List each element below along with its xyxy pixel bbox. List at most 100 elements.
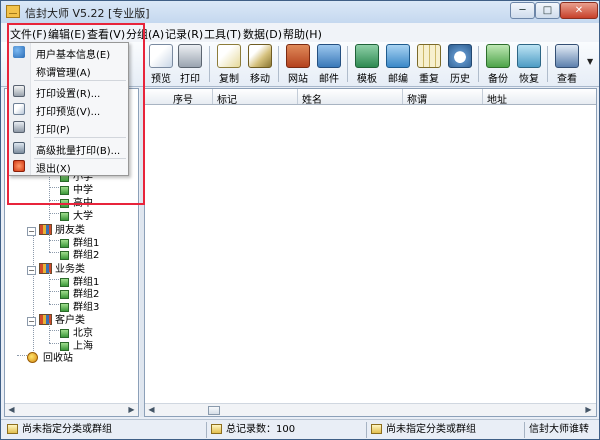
column-divider[interactable] (402, 89, 403, 104)
tree-item-business-group3[interactable]: 群组3 (60, 298, 99, 313)
menu-item-label: 用户基本信息(E) (36, 50, 111, 61)
tree-category-friends[interactable]: − 朋友类 (27, 221, 85, 236)
toolbar-overflow-chevron-icon[interactable]: ▼ (587, 57, 593, 66)
copy-label: 复制 (219, 74, 239, 85)
scroll-right-icon[interactable]: ▶ (582, 404, 595, 417)
website-button[interactable]: 网站 (281, 43, 315, 85)
toolbar-separator (547, 46, 548, 82)
duplicate-label: 重复 (419, 74, 439, 85)
list-header: 序号 标记 姓名 称谓 地址 (145, 89, 596, 106)
duplicate-button[interactable]: 重复 (412, 43, 446, 85)
menu-view[interactable]: 查看(V) (87, 26, 125, 42)
move-button[interactable]: 移动 (243, 43, 277, 85)
mail-button[interactable]: 邮件 (312, 43, 346, 85)
column-divider[interactable] (297, 89, 298, 104)
column-header-name[interactable]: 姓名 (302, 91, 322, 106)
tree-item-recycle-bin[interactable]: 回收站 (27, 349, 73, 364)
tree-item-high-school[interactable]: 高中 (60, 194, 93, 209)
column-divider[interactable] (482, 89, 483, 104)
column-divider[interactable] (212, 89, 213, 104)
print-label: 打印 (180, 74, 200, 85)
batch-print-icon (13, 142, 25, 154)
tree-line (49, 291, 59, 292)
tree-line (49, 330, 59, 331)
scroll-left-icon[interactable]: ◀ (5, 404, 18, 416)
menu-separator (34, 137, 126, 138)
print-preview-icon (13, 103, 25, 115)
collapse-icon[interactable]: − (27, 317, 36, 326)
tree-line (49, 234, 50, 252)
history-button[interactable]: 历史 (443, 43, 477, 85)
menu-item-salutation-manage[interactable]: 称谓管理(A) (9, 61, 128, 79)
menu-record[interactable]: 记录(R) (165, 26, 203, 42)
column-header-address[interactable]: 地址 (487, 91, 507, 106)
tree-item-business-group2[interactable]: 群组2 (60, 285, 99, 300)
close-button[interactable]: ✕ (560, 2, 598, 19)
menu-item-label: 退出(X) (36, 164, 71, 175)
template-icon (355, 44, 379, 68)
column-header-title[interactable]: 称谓 (407, 91, 427, 106)
tree-horizontal-scrollbar[interactable]: ◀ ▶ (5, 403, 138, 416)
menu-separator (34, 80, 126, 81)
print-button[interactable]: 打印 (173, 43, 207, 85)
category-books-icon (39, 224, 52, 235)
scroll-thumb[interactable] (208, 406, 220, 415)
restore-icon (517, 44, 541, 68)
copy-icon (217, 44, 241, 68)
scroll-right-icon[interactable]: ▶ (125, 404, 138, 416)
toolbar-separator (478, 46, 479, 82)
column-header-number[interactable]: 序号 (173, 91, 193, 106)
print-settings-icon (13, 85, 25, 97)
postcode-icon (386, 44, 410, 68)
menu-tools[interactable]: 工具(T) (204, 26, 241, 42)
copy-button[interactable]: 复制 (212, 43, 246, 85)
menu-item-print[interactable]: 打印(P) (9, 118, 128, 136)
menu-data[interactable]: 数据(D) (243, 26, 282, 42)
collapse-icon[interactable]: − (27, 266, 36, 275)
history-icon (448, 44, 472, 68)
menu-item-exit[interactable]: 退出(X) (9, 157, 128, 175)
minimize-button[interactable]: ─ (510, 2, 535, 19)
view-button[interactable]: 查看 (550, 43, 584, 85)
toolbar-separator (347, 46, 348, 82)
template-label: 模板 (357, 74, 377, 85)
category-books-icon (39, 263, 52, 274)
menu-item-user-info[interactable]: 用户基本信息(E) (9, 43, 128, 61)
category-books-icon (39, 314, 52, 325)
status-brand: 信封大师谁转 (529, 424, 589, 435)
move-label: 移动 (250, 74, 270, 85)
collapse-icon[interactable]: − (27, 227, 36, 236)
preview-icon (149, 44, 173, 68)
view-label: 查看 (557, 74, 577, 85)
menu-item-print-preview[interactable]: 打印预览(V)... (9, 100, 128, 118)
website-icon (286, 44, 310, 68)
menu-edit[interactable]: 编辑(E) (48, 26, 86, 42)
column-header-mark[interactable]: 标记 (217, 91, 237, 106)
printer-icon (178, 44, 202, 68)
tree-category-business[interactable]: − 业务类 (27, 260, 85, 275)
template-button[interactable]: 模板 (350, 43, 384, 85)
maximize-button[interactable]: □ (535, 2, 560, 19)
app-envelope-icon (6, 5, 20, 18)
postcode-button[interactable]: 邮编 (381, 43, 415, 85)
status-text: 总记录数：100 (226, 424, 296, 435)
toolbar-separator (278, 46, 279, 82)
tree-item-university[interactable]: 大学 (60, 207, 93, 222)
menu-help[interactable]: 帮助(H) (283, 26, 322, 42)
tree-item-friends-group2[interactable]: 群组2 (60, 246, 99, 261)
tree-item-middle-school[interactable]: 中学 (60, 181, 93, 196)
menu-item-print-settings[interactable]: 打印设置(R)... (9, 82, 128, 100)
tree-line (17, 355, 27, 356)
restore-button[interactable]: 恢复 (512, 43, 546, 85)
menu-group[interactable]: 分组(A) (126, 26, 164, 42)
tree-line (33, 227, 34, 351)
menu-item-batch-print[interactable]: 高级批量打印(B)... (9, 139, 128, 157)
tree-item-clients-beijing[interactable]: 北京 (60, 324, 93, 339)
list-horizontal-scrollbar[interactable]: ◀ ▶ (145, 403, 596, 416)
tree-category-clients[interactable]: − 客户类 (27, 311, 85, 326)
recycle-bin-icon (27, 352, 38, 363)
duplicate-icon (417, 44, 441, 68)
menu-file[interactable]: 文件(F) (10, 26, 47, 42)
scroll-left-icon[interactable]: ◀ (145, 404, 158, 417)
backup-button[interactable]: 备份 (481, 43, 515, 85)
